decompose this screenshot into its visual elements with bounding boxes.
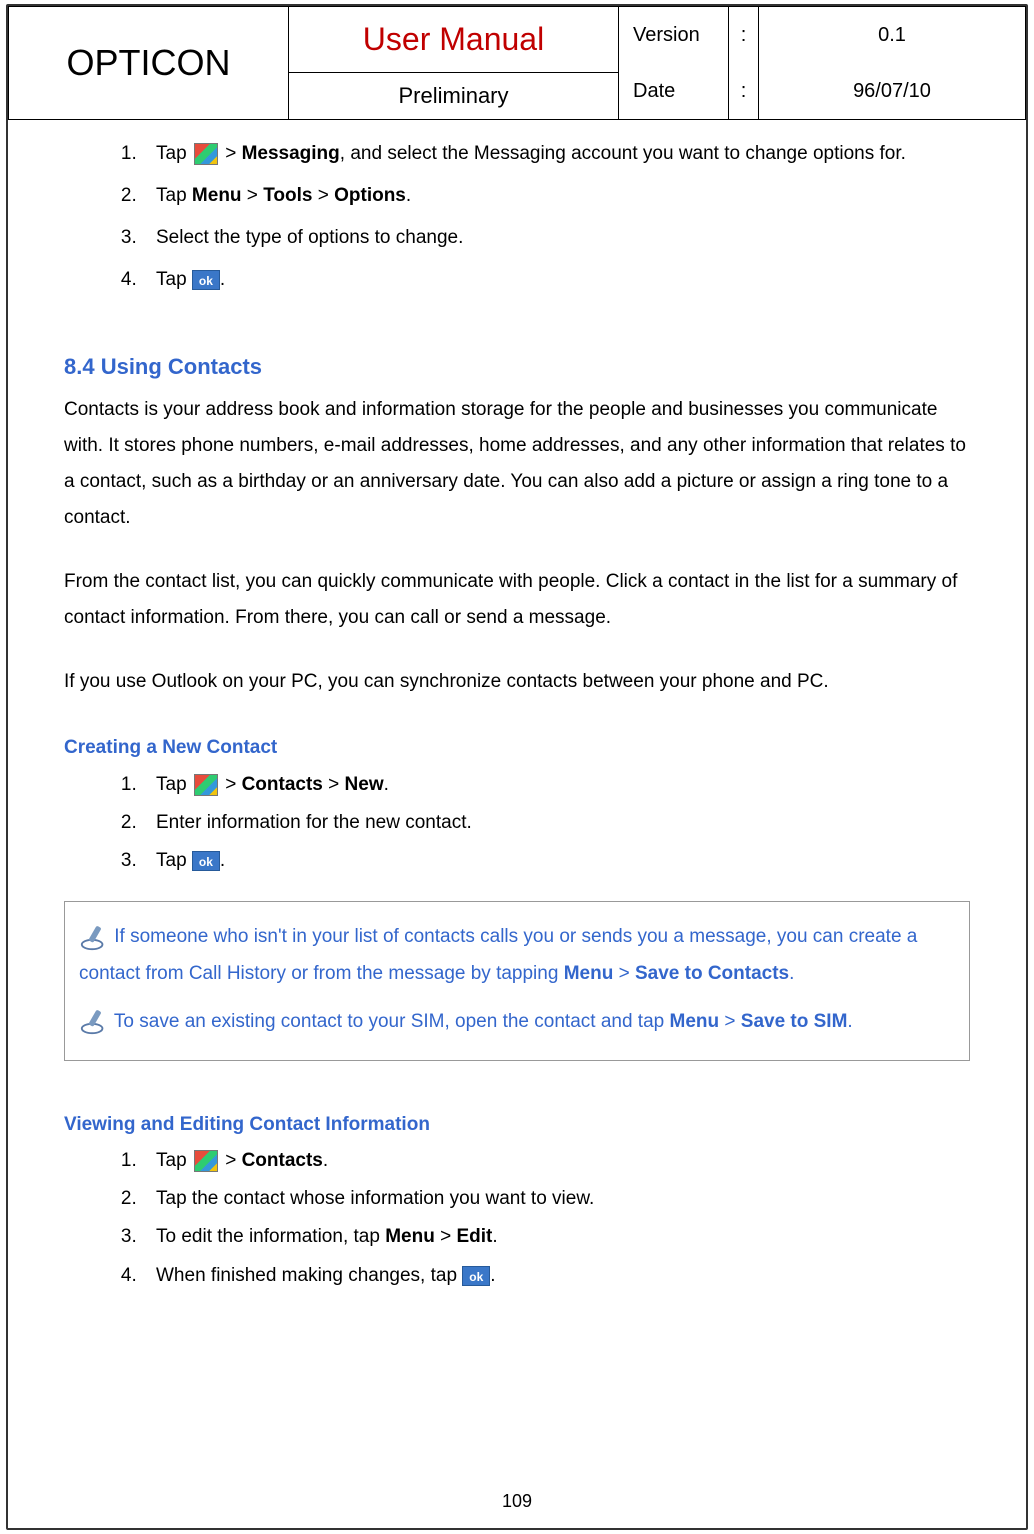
start-menu-icon [194,774,218,796]
document-header: OPTICON User Manual Preliminary Version … [8,6,1026,120]
text: Tap [156,850,192,871]
text: . [492,1226,497,1247]
text: Tap [156,1150,192,1171]
doc-title: User Manual [289,7,618,73]
start-menu-icon [194,143,218,165]
text: To save an existing contact to your SIM,… [109,1011,670,1032]
bold: Messaging [242,143,340,164]
text: . [847,1011,852,1032]
bold: New [345,774,384,795]
ok-icon: ok [462,1266,490,1286]
list-item: Tap > Messaging, and select the Messagin… [142,136,970,172]
text: . [323,1150,328,1171]
page-content: Tap > Messaging, and select the Messagin… [8,120,1026,1292]
instruction-list-b: Tap > Contacts > New. Enter information … [64,769,970,878]
bold: Options [334,185,406,206]
text: > [435,1226,457,1247]
note-pencil-icon [79,922,109,952]
text: . [220,850,225,871]
note-pencil-icon [79,1006,109,1036]
text: . [406,185,411,206]
list-item: Tap ok. [142,845,970,877]
instruction-list-c: Tap > Contacts. Tap the contact whose in… [64,1145,970,1292]
ok-icon: ok [192,270,220,290]
text: . [490,1265,495,1286]
list-item: Tap Menu > Tools > Options. [142,178,970,214]
text: > [312,185,334,206]
text: > [613,963,635,984]
text: When finished making changes, tap [156,1265,462,1286]
text: Tap [156,774,192,795]
date-label: Date [619,63,729,119]
text: . [220,269,225,290]
text: > [323,774,345,795]
text: > [220,1150,242,1171]
bold: Contacts [242,774,323,795]
bold: Menu [385,1226,435,1247]
list-item: Tap > Contacts. [142,1145,970,1177]
start-menu-icon [194,1150,218,1172]
list-item: When finished making changes, tap ok. [142,1260,970,1292]
bold: Menu [564,963,614,984]
doc-subtitle: Preliminary [289,73,618,119]
paragraph: Contacts is your address book and inform… [64,392,970,536]
text: To edit the information, tap [156,1226,385,1247]
bold: Menu [192,185,242,206]
section-heading: 8.4 Using Contacts [64,346,970,388]
text: > [220,143,242,164]
tip-paragraph: To save an existing contact to your SIM,… [79,1003,955,1040]
text: , and select the Messaging account you w… [340,143,906,164]
bold: Save to Contacts [635,963,789,984]
list-item: Select the type of options to change. [142,220,970,256]
text: > [719,1011,741,1032]
paragraph: If you use Outlook on your PC, you can s… [64,664,970,700]
version-label: Version [619,7,729,63]
page-number: 109 [8,1484,1026,1518]
text: Tap [156,143,192,164]
list-item: Tap ok. [142,262,970,298]
tip-box: If someone who isn't in your list of con… [64,901,970,1060]
list-item: Tap the contact whose information you wa… [142,1183,970,1215]
paragraph: From the contact list, you can quickly c… [64,564,970,636]
text: . [384,774,389,795]
sub-heading: Creating a New Contact [64,730,970,766]
sub-heading: Viewing and Editing Contact Information [64,1107,970,1143]
brand-cell: OPTICON [9,7,289,120]
colon: : [729,63,759,119]
version-value: 0.1 [759,7,1026,63]
ok-icon: ok [192,851,220,871]
colon: : [729,7,759,63]
text: > [242,185,264,206]
bold: Save to SIM [741,1011,848,1032]
list-item: Tap > Contacts > New. [142,769,970,801]
text: Tap [156,185,192,206]
bold: Menu [670,1011,720,1032]
bold: Tools [263,185,312,206]
tip-paragraph: If someone who isn't in your list of con… [79,918,955,992]
list-item: To edit the information, tap Menu > Edit… [142,1221,970,1253]
text: Tap [156,269,192,290]
text: > [220,774,242,795]
list-item: Enter information for the new contact. [142,807,970,839]
bold: Contacts [242,1150,323,1171]
date-value: 96/07/10 [759,63,1026,119]
instruction-list-a: Tap > Messaging, and select the Messagin… [64,136,970,298]
text: . [789,963,794,984]
bold: Edit [456,1226,492,1247]
